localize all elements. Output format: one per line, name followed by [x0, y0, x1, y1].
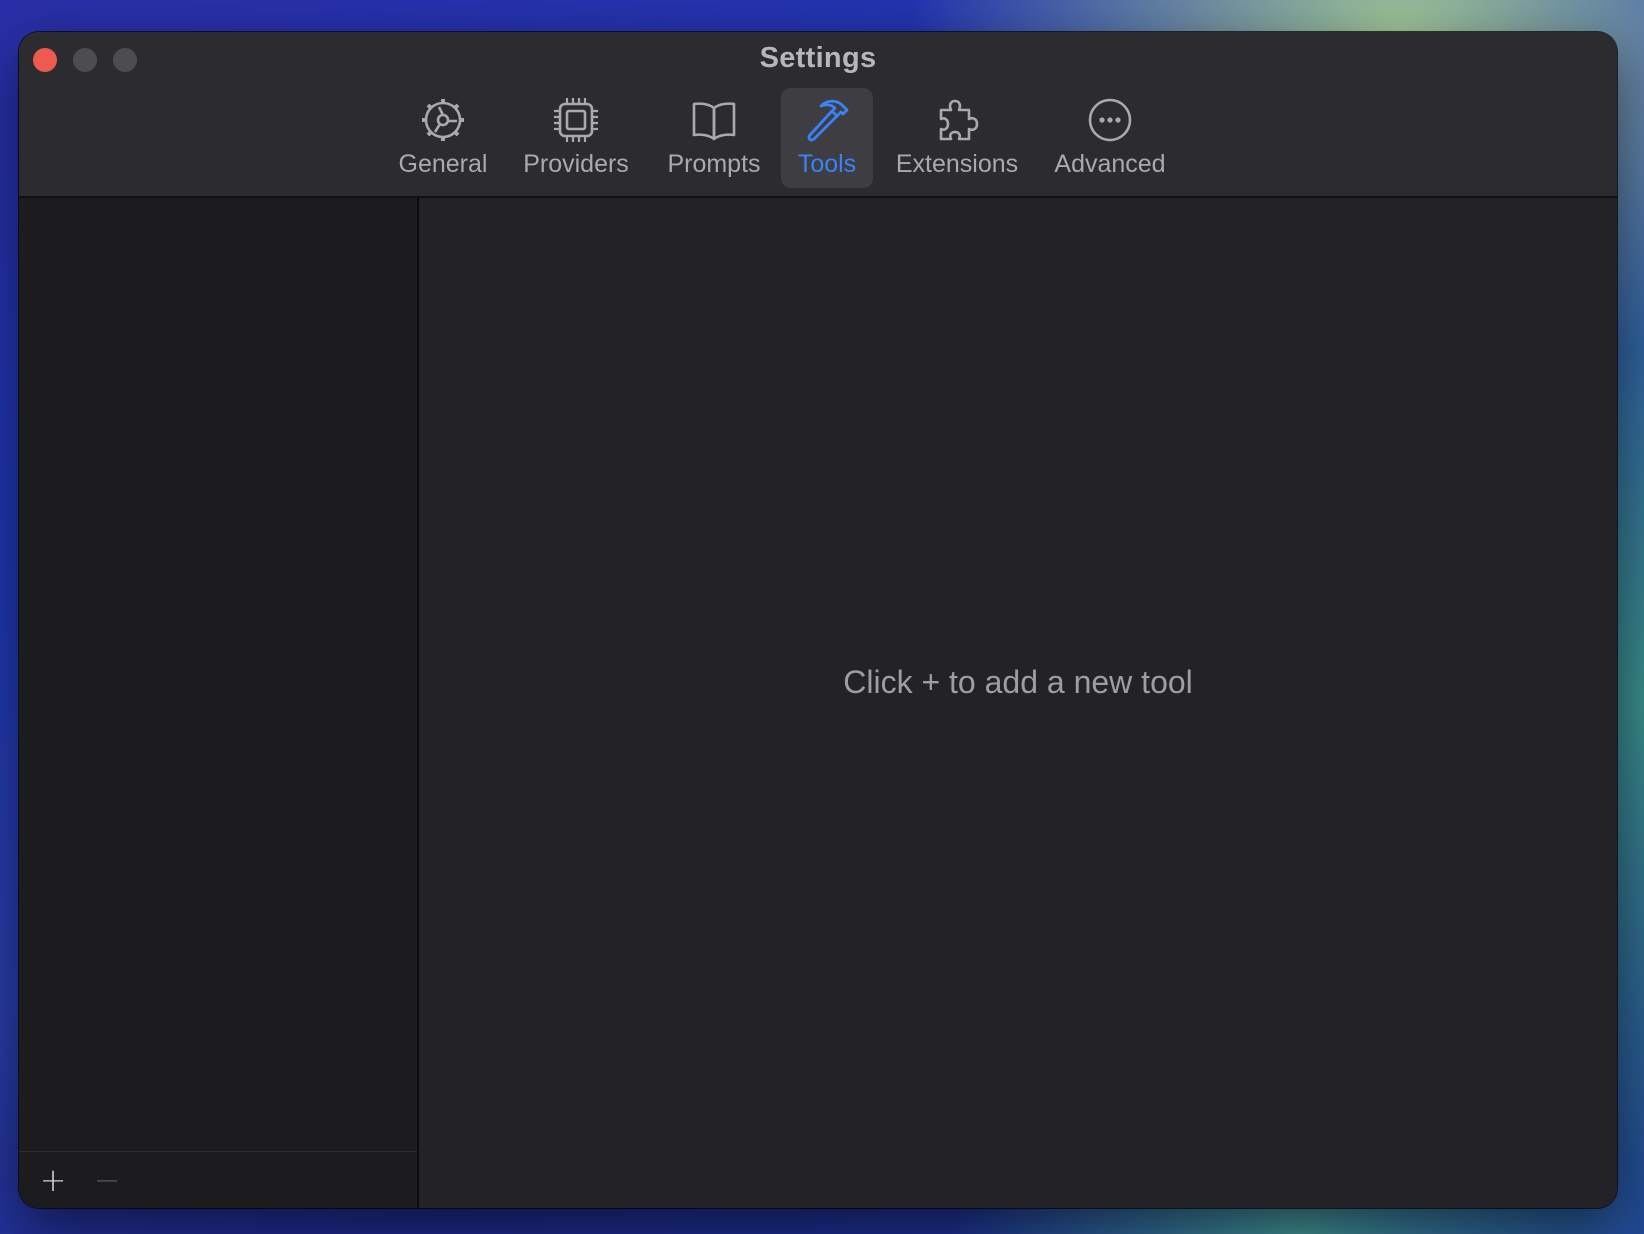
tab-label: General [398, 150, 488, 178]
empty-state-message: Click + to add a new tool [843, 664, 1193, 700]
puzzle-icon [939, 99, 979, 141]
tab-prompts[interactable]: Prompts [663, 88, 765, 188]
tools-sidebar-list[interactable]: + − [19, 198, 419, 1208]
tool-detail-pane: Click + to add a new tool [419, 198, 1617, 1208]
hammer-icon [807, 99, 849, 142]
gear-icon [422, 99, 464, 141]
tab-label: Tools [797, 150, 857, 178]
toolbar: Settings General Providers Prompts Tools… [19, 32, 1617, 198]
settings-window: Settings General Providers Prompts Tools… [19, 32, 1617, 1208]
tab-label: Extensions [895, 150, 1019, 178]
tab-label: Providers [523, 150, 629, 178]
window-title: Settings [759, 42, 877, 74]
tab-extensions[interactable]: Extensions [891, 88, 1023, 188]
tab-label: Prompts [667, 150, 761, 178]
tab-providers[interactable]: Providers [519, 88, 633, 188]
tab-advanced[interactable]: Advanced [1049, 88, 1171, 188]
tab-general[interactable]: General [389, 88, 497, 188]
ellipsis-circle-icon [1088, 98, 1132, 142]
sidebar-footer: + − [19, 1151, 417, 1208]
chip-icon [554, 98, 598, 142]
book-icon [692, 102, 736, 141]
tab-label: Advanced [1054, 150, 1166, 178]
tab-tools[interactable]: Tools [781, 88, 873, 188]
remove-tool-button[interactable]: − [87, 1160, 127, 1200]
add-tool-button[interactable]: + [33, 1160, 73, 1200]
